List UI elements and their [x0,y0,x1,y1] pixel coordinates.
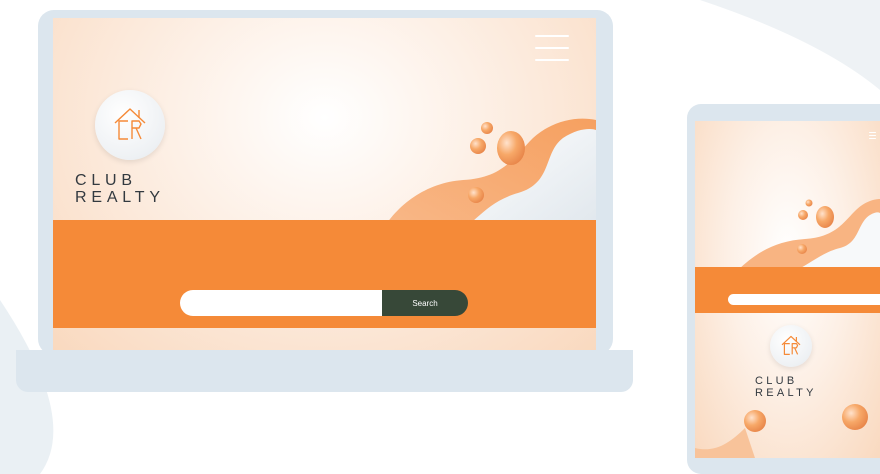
search-button[interactable]: Search [382,290,468,316]
hamburger-menu-icon[interactable] [535,35,569,61]
search-band [695,267,880,313]
laptop-base [16,350,633,392]
brand-line-2: REALTY [75,188,165,206]
brand-wordmark: CLUB REALTY [75,172,165,207]
hamburger-menu-icon[interactable] [869,132,876,139]
search-input[interactable] [180,290,382,316]
brand-line-1: CLUB [75,172,137,189]
house-logo-icon [770,325,812,367]
decorative-waves [735,199,880,273]
search-input[interactable] [728,294,880,305]
search-bar: Search [728,294,880,305]
house-logo-icon [95,90,165,160]
search-bar: Search [180,290,468,316]
tablet-screen: Search CLUB REALTY [695,121,880,458]
laptop-screen: CLUB REALTY Search [53,18,596,350]
brand-line-1: CLUB [755,375,798,387]
decorative-waves [378,118,596,238]
decorative-bubbles [695,404,868,458]
